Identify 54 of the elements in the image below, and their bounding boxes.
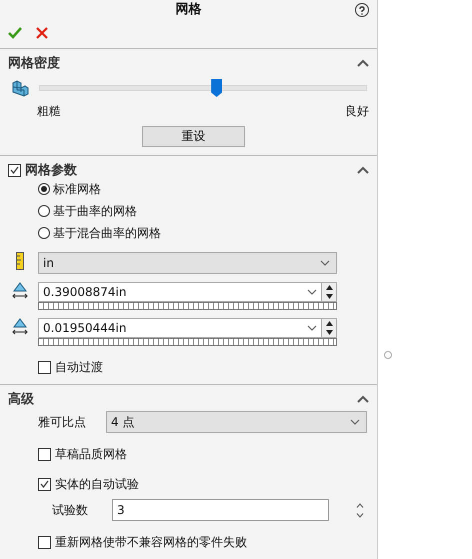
radio-label: 基于曲率的网格 — [53, 202, 137, 220]
section-title: 网格密度 — [8, 54, 60, 72]
radio-button[interactable] — [38, 227, 50, 239]
slider-thumb[interactable] — [211, 79, 222, 97]
cancel-icon[interactable] — [36, 27, 48, 39]
down-arrow-icon[interactable] — [326, 294, 332, 299]
checkbox[interactable] — [8, 164, 21, 176]
element-size-icon — [12, 282, 28, 300]
slider-max-label: 良好 — [345, 103, 369, 120]
collapse-icon[interactable] — [357, 59, 369, 67]
section-title: 网格参数 — [25, 162, 77, 179]
dropdown-icon[interactable] — [307, 289, 317, 295]
splitter-handle[interactable] — [384, 350, 392, 358]
dropdown-icon[interactable] — [307, 325, 317, 331]
reset-button[interactable]: 重设 — [142, 126, 245, 147]
radio-label: 基于混合曲率的网格 — [53, 224, 161, 242]
tolerance-icon — [12, 318, 28, 336]
collapse-icon[interactable] — [357, 395, 369, 403]
down-arrow-icon[interactable] — [326, 330, 332, 335]
mesh-density-slider[interactable] — [39, 79, 367, 97]
value-field[interactable]: 0.01950444in — [38, 318, 322, 338]
radio-label: 标准网格 — [53, 180, 101, 198]
checkbox-label: 自动过渡 — [55, 358, 103, 376]
trials-label: 试验数 — [52, 502, 88, 518]
slider-min-label: 粗糙 — [37, 103, 61, 120]
up-arrow-icon[interactable] — [326, 285, 332, 290]
trials-field[interactable]: 3 — [112, 499, 329, 521]
unit-dropdown[interactable]: in — [38, 252, 337, 274]
radio-button[interactable] — [38, 205, 50, 217]
checkbox[interactable] — [38, 478, 51, 490]
value-ruler[interactable] — [38, 338, 337, 346]
dropdown-icon[interactable] — [350, 419, 360, 425]
jacobian-dropdown[interactable]: 4 点 — [106, 411, 367, 433]
dropdown-icon[interactable] — [320, 260, 330, 266]
collapse-icon[interactable] — [357, 166, 369, 174]
checkbox-label: 重新网格使带不兼容网格的零件失败 — [55, 534, 247, 550]
ruler-icon — [16, 252, 24, 270]
checkbox[interactable] — [38, 360, 51, 374]
radio-button[interactable] — [38, 183, 50, 195]
ok-icon[interactable] — [8, 27, 22, 39]
checkbox-label: 草稿品质网格 — [55, 446, 127, 462]
checkbox[interactable] — [38, 536, 51, 548]
up-arrow-icon[interactable] — [326, 321, 332, 326]
jacobian-label: 雅可比点 — [38, 414, 86, 430]
value-field[interactable]: 0.39008874in — [38, 282, 322, 302]
value-ruler[interactable] — [38, 302, 337, 310]
help-icon[interactable] — [355, 3, 369, 17]
checkbox[interactable] — [38, 448, 51, 460]
up-chevron-icon[interactable] — [356, 502, 364, 508]
mesh-cube-icon — [12, 80, 29, 96]
down-chevron-icon[interactable] — [356, 512, 364, 518]
checkbox-label: 实体的自动试验 — [55, 476, 139, 492]
section-title: 高级 — [8, 390, 34, 408]
panel-title: 网格 — [176, 1, 202, 18]
